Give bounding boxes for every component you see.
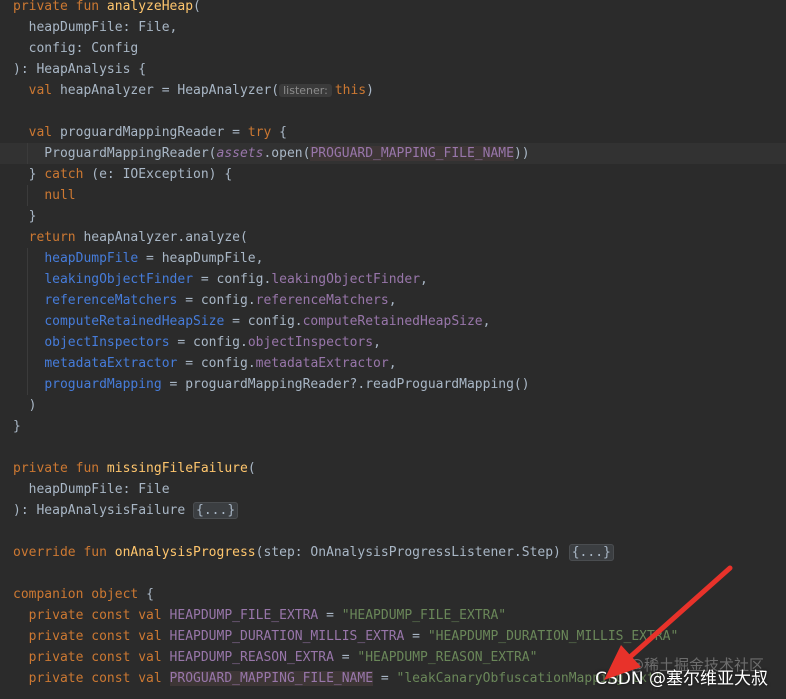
red-arrow-annotation bbox=[604, 565, 733, 680]
